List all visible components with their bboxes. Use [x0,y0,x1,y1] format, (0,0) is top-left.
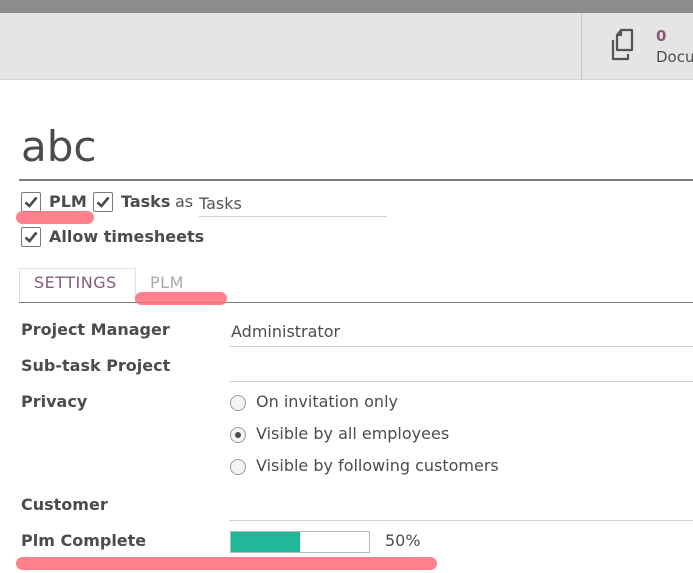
allow-timesheets-checkbox[interactable] [21,227,41,247]
checkmark-icon [24,231,38,243]
tasks-checkbox[interactable] [93,192,113,212]
progress-fill [231,532,300,552]
allow-timesheets-label: Allow timesheets [49,227,205,246]
plm-checkbox-label: PLM [49,192,87,211]
project-manager-label: Project Manager [21,320,170,339]
top-bar [0,0,693,13]
privacy-option-employees-label: Visible by all employees [256,424,450,443]
checkmark-icon [96,196,110,208]
checkmark-icon [24,196,38,208]
plm-complete-value: 50% [385,531,421,550]
privacy-option-invitation-label: On invitation only [256,392,398,411]
privacy-radio-employees[interactable] [230,427,246,443]
plm-checkbox[interactable] [21,192,41,212]
customer-label: Customer [21,495,108,514]
documents-count: 0 [656,27,667,45]
tabs-border [19,302,693,303]
tasks-as-label: as [175,192,194,211]
documents-icon [611,28,634,61]
record-title[interactable]: abc [21,122,97,172]
tasks-checkbox-label: Tasks [121,192,171,211]
plm-complete-label: Plm Complete [21,531,147,550]
control-panel: 0 Docu [0,13,693,80]
title-underline [19,179,693,181]
privacy-option-customers-label: Visible by following customers [256,456,499,475]
subtask-project-field[interactable] [229,381,693,382]
plm-complete-progressbar [230,531,370,553]
documents-label: Docu [656,48,693,66]
documents-smart-button[interactable]: 0 Docu [582,13,693,80]
tab-plm[interactable]: PLM [150,273,184,293]
annotation-highlight-plm-tab [135,292,227,305]
privacy-radio-customers[interactable] [230,459,246,475]
tab-settings[interactable]: SETTINGS [34,273,117,293]
project-manager-field[interactable]: Administrator [231,322,340,342]
annotation-highlight-plm [16,211,94,224]
privacy-label: Privacy [21,392,88,411]
privacy-radio-invitation[interactable] [230,395,246,411]
project-manager-underline [229,346,693,347]
annotation-highlight-plm-complete [16,557,437,570]
customer-field[interactable] [229,520,693,521]
tasks-alias-input[interactable] [199,191,387,217]
subtask-project-label: Sub-task Project [21,356,171,375]
